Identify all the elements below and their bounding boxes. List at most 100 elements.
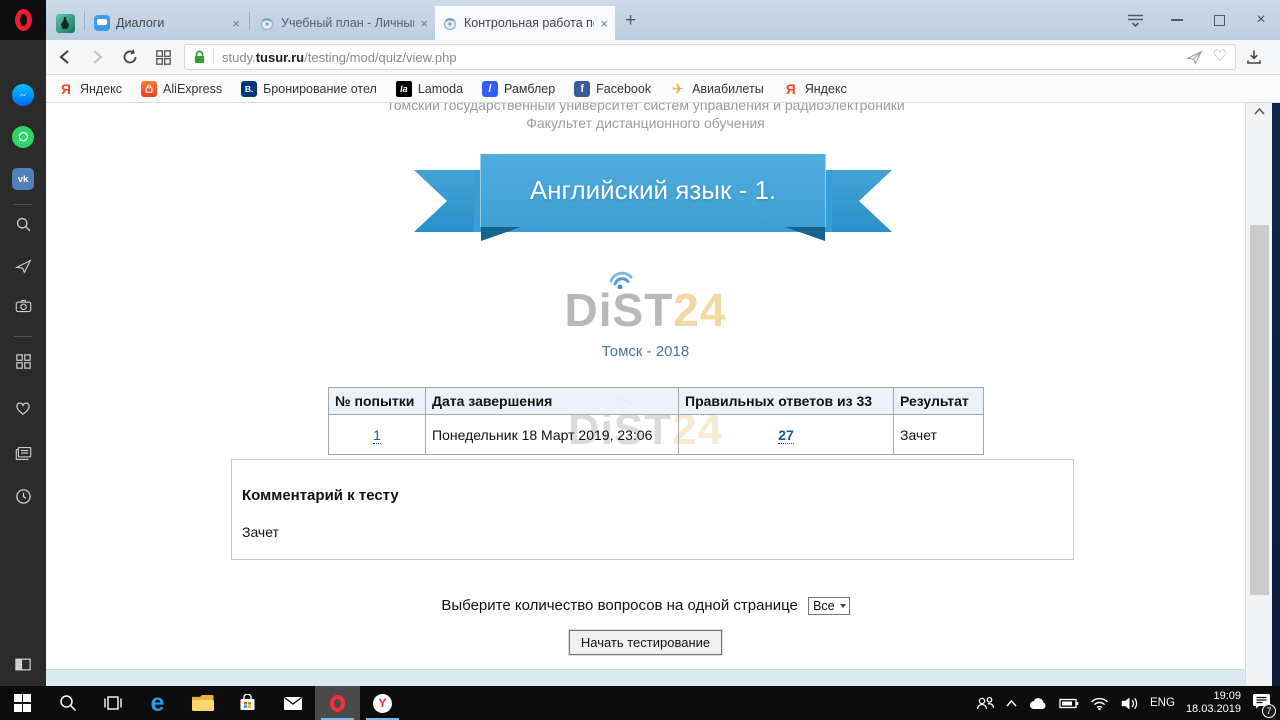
yandex-icon: Я — [783, 81, 799, 97]
browser-titlebar: Диалоги × Учебный план - Личный × Контро… — [0, 0, 1280, 40]
hidden-icons-chevron-icon[interactable] — [1006, 700, 1017, 707]
per-page-row: Выберите количество вопросов на одной ст… — [46, 597, 1245, 615]
desktop-background-strip — [1272, 103, 1280, 686]
facebook-icon: f — [574, 81, 590, 97]
bookmark-heart-icon[interactable]: ♡ — [1213, 49, 1227, 65]
city-year: Томск - 2018 — [46, 343, 1245, 360]
wifi-icon[interactable] — [1090, 696, 1109, 711]
tab-close-icon[interactable]: × — [414, 16, 428, 31]
start-row: Начать тестирование — [46, 630, 1245, 655]
edge-icon[interactable]: e — [135, 686, 180, 720]
tab-test-active[interactable]: Контрольная работа по д × — [435, 6, 615, 40]
comment-text: Зачет — [242, 524, 1073, 540]
action-center-icon[interactable]: 7 — [1252, 693, 1271, 714]
bookmark-booking[interactable]: B. Бронирование отел — [241, 81, 377, 97]
bookmark-lamoda[interactable]: la Lamoda — [396, 81, 463, 97]
vk-icon[interactable]: vk — [0, 168, 46, 190]
mail-icon[interactable] — [270, 686, 315, 720]
file-explorer-icon[interactable] — [180, 686, 225, 720]
onedrive-cloud-icon[interactable] — [1028, 697, 1048, 710]
tab-separator — [249, 12, 250, 30]
browser-toolbar: study.tusur.ru/testing/mod/quiz/view.php… — [46, 40, 1280, 75]
tab-label: Учебный план - Личный — [281, 16, 414, 30]
bookmarks-bar: Я Яндекс AliExpress B. Бронирование отел… — [46, 76, 1280, 103]
messenger-icon[interactable] — [0, 84, 46, 106]
result-value: Зачет — [894, 415, 984, 455]
people-icon[interactable] — [976, 696, 995, 711]
airplane-icon: ✈ — [670, 81, 686, 97]
secure-lock-icon — [193, 50, 206, 65]
close-button[interactable]: × — [1252, 11, 1270, 29]
divider — [14, 204, 32, 205]
tab-menu-icon[interactable] — [1126, 11, 1144, 29]
per-page-select[interactable]: Все — [808, 597, 850, 615]
bookmark-yandex-2[interactable]: Я Яндекс — [783, 81, 847, 97]
search-icon[interactable] — [0, 216, 46, 233]
snapshot-camera-icon[interactable] — [0, 299, 46, 313]
screen: Диалоги × Учебный план - Личный × Контро… — [0, 0, 1280, 720]
attempt-link[interactable]: 1 — [373, 427, 381, 444]
scroll-up-icon[interactable] — [1246, 108, 1273, 115]
taskbar-search-icon[interactable] — [45, 686, 90, 720]
taskbar-spacer — [405, 686, 976, 720]
address-bar[interactable]: study.tusur.ru/testing/mod/quiz/view.php… — [184, 44, 1236, 70]
page-scrollbar[interactable] — [1245, 103, 1272, 686]
sidebar-toggle-icon[interactable] — [0, 658, 46, 671]
dist-favicon-icon — [259, 15, 275, 31]
back-icon[interactable] — [49, 43, 79, 71]
pinned-tab[interactable] — [48, 6, 82, 40]
language-indicator[interactable]: ENG — [1150, 697, 1175, 709]
speed-dial-grid-icon[interactable] — [0, 354, 46, 369]
attempts-table: № попытки Дата завершения Правильных отв… — [328, 387, 984, 455]
downloads-icon[interactable] — [1246, 49, 1262, 65]
bookmark-rambler[interactable]: / Рамблер — [482, 81, 555, 97]
dist24-logo: DiST24 — [46, 261, 1245, 333]
page-footer-band — [46, 669, 1245, 686]
history-clock-icon[interactable] — [0, 488, 46, 505]
tab-close-icon[interactable]: × — [594, 16, 608, 31]
opera-taskbar-icon[interactable] — [315, 686, 360, 720]
scrollbar-thumb[interactable] — [1250, 225, 1269, 595]
aliexpress-bag-icon — [141, 81, 157, 97]
bookmarks-heart-icon[interactable] — [0, 400, 46, 416]
tab-close-icon[interactable]: × — [226, 16, 240, 31]
new-tab-button[interactable]: + — [615, 10, 646, 40]
wifi-arcs-icon — [589, 261, 653, 289]
clock[interactable]: 19:09 18.03.2019 — [1186, 690, 1241, 716]
task-view-icon[interactable] — [90, 686, 135, 720]
yandex-browser-icon[interactable]: Y — [360, 686, 405, 720]
volume-icon[interactable] — [1120, 696, 1139, 711]
my-flow-send-icon[interactable] — [1186, 49, 1203, 66]
start-button[interactable] — [0, 686, 45, 720]
tab-dialogs[interactable]: Диалоги × — [87, 6, 247, 40]
speed-dial-icon[interactable] — [148, 43, 178, 71]
bookmark-aviatickets[interactable]: ✈ Авиабилеты — [670, 81, 764, 97]
tab-study-plan[interactable]: Учебный план - Личный × — [252, 6, 435, 40]
col-attempt: № попытки — [329, 388, 426, 415]
personal-news-icon[interactable] — [0, 446, 46, 461]
divider — [14, 336, 32, 337]
ribbon-fold — [481, 227, 521, 241]
yandex-icon: Я — [58, 81, 74, 97]
minimize-button[interactable] — [1168, 11, 1186, 29]
ribbon-panel: Английский язык - 1. — [480, 154, 826, 227]
forward-icon[interactable] — [82, 43, 112, 71]
correct-answers-link[interactable]: 27 — [778, 427, 794, 444]
battery-icon[interactable] — [1059, 698, 1079, 709]
bookmark-yandex[interactable]: Я Яндекс — [58, 81, 122, 97]
notification-badge: 7 — [1262, 704, 1276, 718]
whatsapp-icon[interactable] — [0, 126, 46, 148]
opera-menu-button[interactable] — [0, 0, 46, 40]
divider — [213, 49, 214, 65]
url-text: study.tusur.ru/testing/mod/quiz/view.php — [222, 50, 1178, 65]
opera-logo-icon — [15, 9, 32, 31]
tab-separator — [84, 12, 85, 30]
microsoft-store-icon[interactable] — [225, 686, 270, 720]
booking-icon: B. — [241, 81, 257, 97]
start-test-button[interactable]: Начать тестирование — [569, 630, 722, 655]
my-flow-icon[interactable] — [0, 258, 46, 275]
bookmark-facebook[interactable]: f Facebook — [574, 81, 651, 97]
bookmark-aliexpress[interactable]: AliExpress — [141, 81, 222, 97]
maximize-button[interactable] — [1210, 11, 1228, 29]
reload-icon[interactable] — [115, 43, 145, 71]
